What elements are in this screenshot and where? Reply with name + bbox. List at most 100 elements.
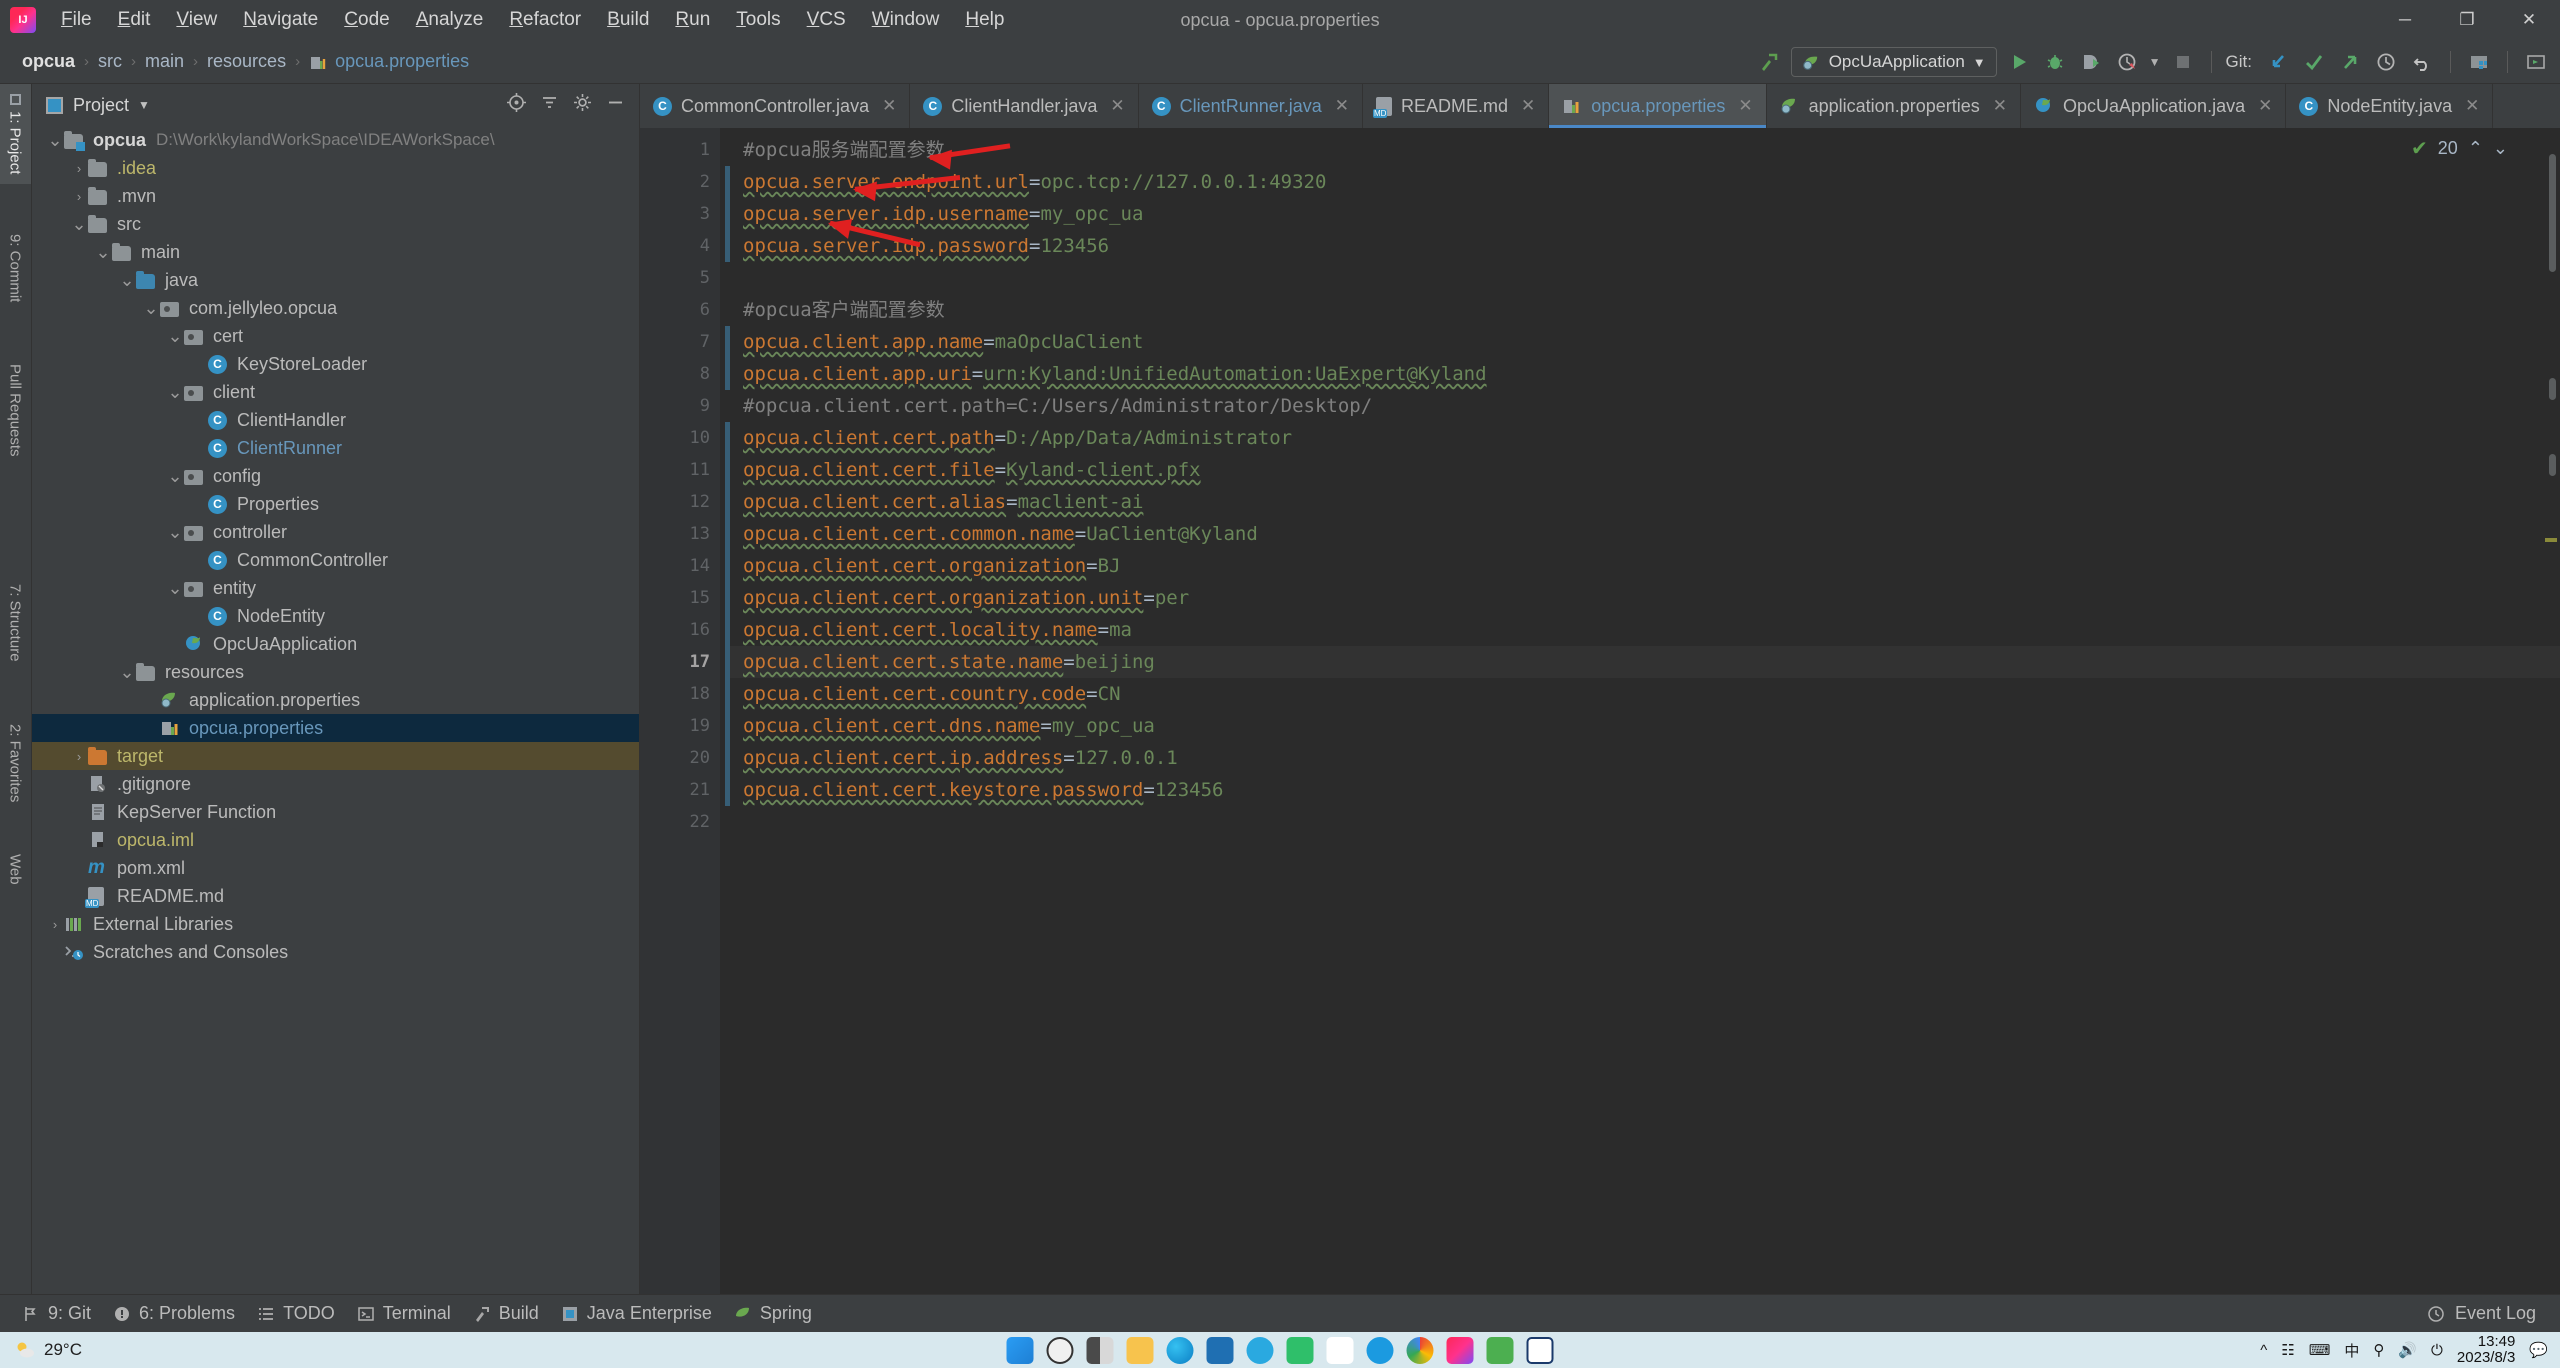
- skype-icon[interactable]: [1366, 1336, 1394, 1364]
- tray-keyboard-icon[interactable]: ⌨: [2309, 1341, 2331, 1359]
- tree-item-external-libraries[interactable]: › External Libraries: [32, 910, 639, 938]
- editor-tab-opcua-properties[interactable]: opcua.properties ✕: [1549, 84, 1767, 128]
- vcs-change-marker[interactable]: [725, 166, 730, 198]
- vcs-change-marker[interactable]: [725, 742, 730, 774]
- tree-item-client[interactable]: ⌄ client: [32, 378, 639, 406]
- breadcrumb-item-opcua[interactable]: opcua: [22, 51, 75, 72]
- vcs-change-marker[interactable]: [725, 518, 730, 550]
- breadcrumb-item-src[interactable]: src: [98, 51, 122, 72]
- tree-item-target[interactable]: › target: [32, 742, 639, 770]
- status-item-git[interactable]: 9: Git: [22, 1303, 91, 1324]
- minimize-button[interactable]: ─: [2374, 0, 2436, 40]
- chrome-icon[interactable]: [1406, 1336, 1434, 1364]
- collapse-all-icon[interactable]: [540, 93, 559, 117]
- profiler-icon[interactable]: [2113, 48, 2141, 76]
- status-item-terminal[interactable]: Terminal: [357, 1303, 451, 1324]
- search-icon[interactable]: [1046, 1336, 1074, 1364]
- editor-tab-clientrunner-java[interactable]: C ClientRunner.java ✕: [1139, 84, 1364, 128]
- status-item-build[interactable]: Build: [473, 1303, 539, 1324]
- vcs-change-marker[interactable]: [725, 774, 730, 806]
- build-icon[interactable]: [1755, 48, 1783, 76]
- rollback-icon[interactable]: [2408, 48, 2436, 76]
- tree-item-kepserver-function[interactable]: KepServer Function: [32, 798, 639, 826]
- tree-item-config[interactable]: ⌄ config: [32, 462, 639, 490]
- editor-tab-nodeentity-java[interactable]: C NodeEntity.java ✕: [2286, 84, 2494, 128]
- menu-item-build[interactable]: Build: [594, 5, 662, 35]
- next-problem-icon[interactable]: ⌄: [2493, 138, 2508, 159]
- tree-item-opcua-iml[interactable]: opcua.iml: [32, 826, 639, 854]
- editor-vertical-scrollbar-3[interactable]: [2549, 454, 2556, 476]
- chevron-down-icon[interactable]: ▼: [138, 98, 150, 112]
- previous-problem-icon[interactable]: ⌃: [2468, 138, 2483, 159]
- tree-item-opcua[interactable]: ⌄ opcua D:\Work\kylandWorkSpace\IDEAWorkSp…: [32, 126, 639, 154]
- close-tab-icon[interactable]: ✕: [882, 96, 896, 116]
- tree-item-controller[interactable]: ⌄ controller: [32, 518, 639, 546]
- tree-item-entity[interactable]: ⌄ entity: [32, 574, 639, 602]
- close-tab-icon[interactable]: ✕: [1521, 96, 1535, 116]
- tree-item-src[interactable]: ⌄ src: [32, 210, 639, 238]
- vcs-change-marker[interactable]: [725, 646, 730, 678]
- chevron-down-icon[interactable]: ⌄: [166, 467, 184, 485]
- chevron-down-icon[interactable]: ⌄: [118, 663, 136, 681]
- close-tab-icon[interactable]: ✕: [2465, 96, 2479, 116]
- tree-item-opcua-properties[interactable]: opcua.properties: [32, 714, 639, 742]
- sidebar-tab-web[interactable]: Web: [0, 844, 31, 895]
- editor-tab-commoncontroller-java[interactable]: C CommonController.java ✕: [640, 84, 911, 128]
- tree-item-com-jellyleo-opcua[interactable]: ⌄ com.jellyleo.opcua: [32, 294, 639, 322]
- editor-code-area[interactable]: #opcua服务端配置参数 opcua.server.endpoint.url=o…: [725, 128, 2560, 1316]
- qc-icon[interactable]: [1526, 1336, 1554, 1364]
- chevron-down-icon[interactable]: ⌄: [166, 383, 184, 401]
- code-editor[interactable]: 1 2 3 4 5 6 7 8 9 10 11 12 13 14 15 16 17 18 19 20 21 22 #opc…: [640, 128, 2560, 1316]
- close-tab-icon[interactable]: ✕: [2258, 96, 2272, 116]
- vcs-change-marker[interactable]: [725, 198, 730, 230]
- close-button[interactable]: ✕: [2498, 0, 2560, 40]
- editor-vertical-scrollbar[interactable]: [2549, 154, 2556, 272]
- sidebar-tab-structure[interactable]: 7: Structure: [0, 574, 31, 672]
- coverage-icon[interactable]: [2077, 48, 2105, 76]
- chevron-right-icon[interactable]: ›: [70, 161, 88, 176]
- hide-panel-icon[interactable]: [606, 93, 625, 117]
- menu-item-analyze[interactable]: Analyze: [403, 5, 497, 35]
- vcs-change-marker[interactable]: [725, 326, 730, 358]
- terminal-icon[interactable]: [2522, 48, 2550, 76]
- file-explorer-icon[interactable]: [1126, 1336, 1154, 1364]
- close-tab-icon[interactable]: ✕: [1335, 96, 1349, 116]
- chevron-down-icon[interactable]: ⌄: [166, 523, 184, 541]
- chevron-down-icon[interactable]: ⌄: [166, 327, 184, 345]
- chevron-down-icon[interactable]: ⌄: [94, 243, 112, 261]
- chevron-right-icon[interactable]: ›: [46, 917, 64, 932]
- menu-item-window[interactable]: Window: [859, 5, 953, 35]
- chevron-down-icon[interactable]: ▼: [2149, 55, 2161, 69]
- sidebar-tab-project[interactable]: 1: Project: [0, 84, 31, 185]
- contacts-icon[interactable]: [1326, 1336, 1354, 1364]
- tree-item-commoncontroller[interactable]: C CommonController: [32, 546, 639, 574]
- edge-icon[interactable]: [1166, 1336, 1194, 1364]
- tree-item-application-properties[interactable]: application.properties: [32, 686, 639, 714]
- menu-item-file[interactable]: File: [48, 5, 105, 35]
- tree-item-java[interactable]: ⌄ java: [32, 266, 639, 294]
- intellij-taskbar-icon[interactable]: [1446, 1336, 1474, 1364]
- task-view-icon[interactable]: [1086, 1336, 1114, 1364]
- editor-marker-stripe[interactable]: [2538, 128, 2560, 1316]
- close-tab-icon[interactable]: ✕: [1738, 96, 1752, 116]
- debug-icon[interactable]: [2041, 48, 2069, 76]
- breadcrumb-item-opcua-properties[interactable]: opcua.properties: [335, 51, 469, 72]
- vcs-change-marker[interactable]: [725, 710, 730, 742]
- vcs-change-marker[interactable]: [725, 486, 730, 518]
- status-item-problems[interactable]: 6: Problems: [113, 1303, 235, 1324]
- status-item-spring[interactable]: Spring: [734, 1303, 812, 1324]
- editor-tab-readme-md[interactable]: README.md ✕: [1363, 84, 1550, 128]
- tree-item-resources[interactable]: ⌄ resources: [32, 658, 639, 686]
- tree-item-keystoreloader[interactable]: C KeyStoreLoader: [32, 350, 639, 378]
- wps-icon[interactable]: [1286, 1336, 1314, 1364]
- taskbar-clock[interactable]: 13:49 2023/8/3: [2457, 1334, 2515, 1366]
- status-item-todo[interactable]: TODO: [257, 1303, 335, 1324]
- editor-tab-opcuaapplication-java[interactable]: OpcUaApplication.java ✕: [2021, 84, 2287, 128]
- tree-item--mvn[interactable]: › .mvn: [32, 182, 639, 210]
- chevron-right-icon[interactable]: ›: [70, 749, 88, 764]
- status-item-java-enterprise[interactable]: Java Enterprise: [561, 1303, 712, 1324]
- git-push-icon[interactable]: [2336, 48, 2364, 76]
- breadcrumb-item-main[interactable]: main: [145, 51, 184, 72]
- vcs-change-marker[interactable]: [725, 582, 730, 614]
- sidebar-tab-pull-requests[interactable]: Pull Requests: [0, 354, 31, 467]
